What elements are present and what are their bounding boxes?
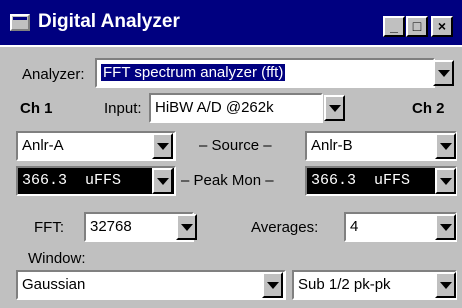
fft-value: 32768 [90, 218, 132, 235]
source-ch1-value: Anlr-A [22, 137, 64, 154]
averages-label: Averages: [251, 219, 319, 236]
window-mode-value: Sub 1/2 pk-pk [298, 276, 391, 293]
source-ch2-value: Anlr-B [311, 137, 353, 154]
ch1-label: Ch 1 [20, 100, 53, 117]
window-dropdown-icon[interactable] [262, 272, 283, 298]
window-label: Window: [28, 250, 86, 267]
fft-dropdown-icon[interactable] [176, 214, 197, 240]
peak-mon-ch1-dropdown-icon[interactable] [152, 168, 173, 194]
title-bar[interactable]: Digital Analyzer _ □ × [0, 0, 462, 47]
input-label: Input: [104, 100, 142, 117]
input-select[interactable]: HiBW A/D @262k [149, 93, 323, 123]
window-value: Gaussian [22, 276, 86, 293]
averages-value: 4 [350, 218, 359, 235]
minimize-button[interactable]: _ [383, 16, 405, 37]
maximize-button[interactable]: □ [406, 16, 428, 37]
peak-mon-ch2-value: 366.3 uFFS [311, 172, 411, 189]
close-button[interactable]: × [431, 16, 453, 37]
source-label: – Source – [199, 137, 272, 154]
analyzer-label: Analyzer: [22, 66, 85, 83]
source-ch1-dropdown-icon[interactable] [152, 133, 173, 159]
analyzer-dropdown-icon[interactable] [433, 60, 454, 86]
window-title: Digital Analyzer [38, 11, 180, 32]
analyzer-value: FFT spectrum analyzer (fft) [101, 64, 286, 81]
peak-mon-label: – Peak Mon – [181, 172, 274, 189]
fft-label: FFT: [34, 219, 64, 236]
window-icon[interactable] [10, 14, 30, 31]
window-select[interactable]: Gaussian [16, 270, 286, 300]
window-mode-select[interactable]: Sub 1/2 pk-pk [292, 270, 457, 300]
averages-dropdown-icon[interactable] [435, 214, 456, 240]
input-value: HiBW A/D @262k [155, 99, 274, 116]
window-mode-dropdown-icon[interactable] [435, 272, 456, 298]
ch2-label: Ch 2 [412, 100, 445, 117]
input-dropdown-icon[interactable] [324, 95, 345, 121]
peak-mon-ch2-dropdown-icon[interactable] [435, 168, 456, 194]
analyzer-select[interactable]: FFT spectrum analyzer (fft) [95, 58, 435, 88]
source-ch2-dropdown-icon[interactable] [435, 133, 456, 159]
peak-mon-ch1-value: 366.3 uFFS [22, 172, 122, 189]
